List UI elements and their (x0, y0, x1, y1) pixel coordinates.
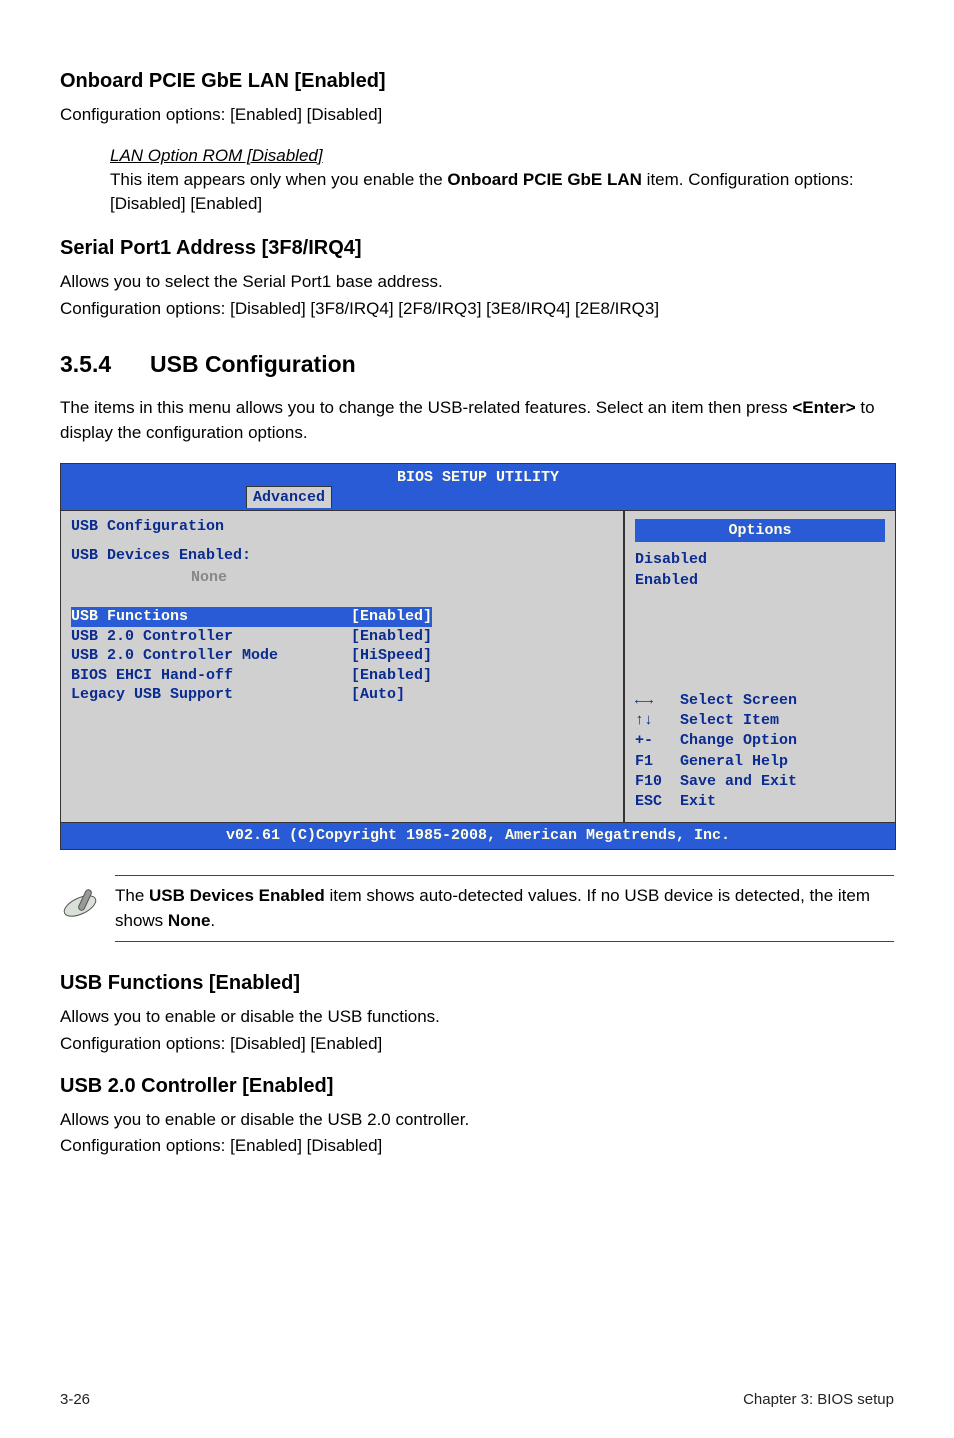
key-icon: ESC (635, 792, 680, 812)
footer-page-number: 3-26 (60, 1391, 90, 1408)
bios-item-label: Legacy USB Support (71, 685, 351, 705)
bios-item-value: [Auto] (351, 685, 405, 705)
footer-chapter: Chapter 3: BIOS setup (743, 1391, 894, 1408)
bios-item-label: USB Functions (71, 607, 351, 627)
text-usb-functions-desc: Allows you to enable or disable the USB … (60, 1005, 894, 1030)
heading-serial-port: Serial Port1 Address [3F8/IRQ4] (60, 237, 894, 260)
text-bold-onboard-lan: Onboard PCIE GbE LAN (447, 170, 642, 189)
text-bold: None (168, 911, 211, 930)
note-box: The USB Devices Enabled item shows auto-… (60, 875, 894, 942)
bios-item-value: [Enabled] (351, 666, 432, 686)
bios-devices-label: USB Devices Enabled: (71, 546, 613, 566)
bios-options-header: Options (635, 519, 885, 543)
text-usb-intro: The items in this menu allows you to cha… (60, 396, 894, 445)
text-lan-rom-desc: This item appears only when you enable t… (110, 170, 854, 214)
page-footer: 3-26 Chapter 3: BIOS setup (0, 1391, 954, 1438)
heading-usb-functions: USB Functions [Enabled] (60, 972, 894, 995)
key-label: Change Option (680, 732, 797, 749)
key-label: Select Screen (680, 692, 797, 709)
heading-usb20-controller: USB 2.0 Controller [Enabled] (60, 1075, 894, 1098)
key-icon: ↑↓ (635, 711, 680, 731)
bios-item-ehci-handoff[interactable]: BIOS EHCI Hand-off [Enabled] (71, 666, 613, 686)
bios-copyright: v02.61 (C)Copyright 1985-2008, American … (61, 822, 895, 849)
heading-number: 3.5.4 (60, 351, 150, 378)
heading-usb-configuration: 3.5.4USB Configuration (60, 351, 894, 378)
text-frag: This item appears only when you enable t… (110, 170, 447, 189)
text-usb20-desc: Allows you to enable or disable the USB … (60, 1108, 894, 1133)
bios-section-header: USB Configuration (71, 517, 613, 537)
bios-option-enabled[interactable]: Enabled (635, 571, 885, 591)
key-label: Save and Exit (680, 773, 797, 790)
text-serial-options: Configuration options: [Disabled] [3F8/I… (60, 297, 894, 322)
text-onboard-lan-options: Configuration options: [Enabled] [Disabl… (60, 103, 894, 128)
text-bold-enter: <Enter> (792, 398, 855, 417)
text-bold: USB Devices Enabled (149, 886, 325, 905)
bios-option-disabled[interactable]: Disabled (635, 550, 885, 570)
key-label: General Help (680, 753, 788, 770)
bios-item-legacy-usb[interactable]: Legacy USB Support [Auto] (71, 685, 613, 705)
key-icon: ←→ (635, 691, 680, 711)
bios-screenshot: BIOS SETUP UTILITY Advanced USB Configur… (60, 463, 896, 850)
note-icon (60, 875, 115, 927)
bios-item-usb-functions[interactable]: USB Functions [Enabled] (71, 607, 432, 627)
text-frag: The items in this menu allows you to cha… (60, 398, 792, 417)
key-icon: F1 (635, 752, 680, 772)
text-usb20-options: Configuration options: [Enabled] [Disabl… (60, 1134, 894, 1159)
subheading-lan-option-rom: LAN Option ROM [Disabled] (110, 146, 894, 166)
key-icon: F10 (635, 772, 680, 792)
bios-item-label: BIOS EHCI Hand-off (71, 666, 351, 686)
text-serial-desc: Allows you to select the Serial Port1 ba… (60, 270, 894, 295)
bios-item-label: USB 2.0 Controller Mode (71, 646, 351, 666)
text-frag: . (210, 911, 215, 930)
key-icon: +- (635, 731, 680, 751)
bios-key-help: ←→Select Screen ↑↓Select Item +-Change O… (635, 691, 885, 813)
text-frag: The (115, 886, 149, 905)
text-usb-functions-options: Configuration options: [Disabled] [Enabl… (60, 1032, 894, 1057)
bios-item-value: [HiSpeed] (351, 646, 432, 666)
note-text: The USB Devices Enabled item shows auto-… (115, 875, 894, 942)
bios-item-value: [Enabled] (351, 607, 432, 627)
bios-item-usb20-mode[interactable]: USB 2.0 Controller Mode [HiSpeed] (71, 646, 613, 666)
bios-item-usb20-controller[interactable]: USB 2.0 Controller [Enabled] (71, 627, 613, 647)
bios-devices-value: None (191, 568, 613, 588)
bios-title: BIOS SETUP UTILITY (61, 464, 895, 488)
bios-item-value: [Enabled] (351, 627, 432, 647)
bios-tab-advanced[interactable]: Advanced (246, 486, 332, 509)
key-label: Exit (680, 793, 716, 810)
heading-onboard-lan: Onboard PCIE GbE LAN [Enabled] (60, 70, 894, 93)
bios-item-label: USB 2.0 Controller (71, 627, 351, 647)
heading-title: USB Configuration (150, 351, 356, 377)
key-label: Select Item (680, 712, 779, 729)
